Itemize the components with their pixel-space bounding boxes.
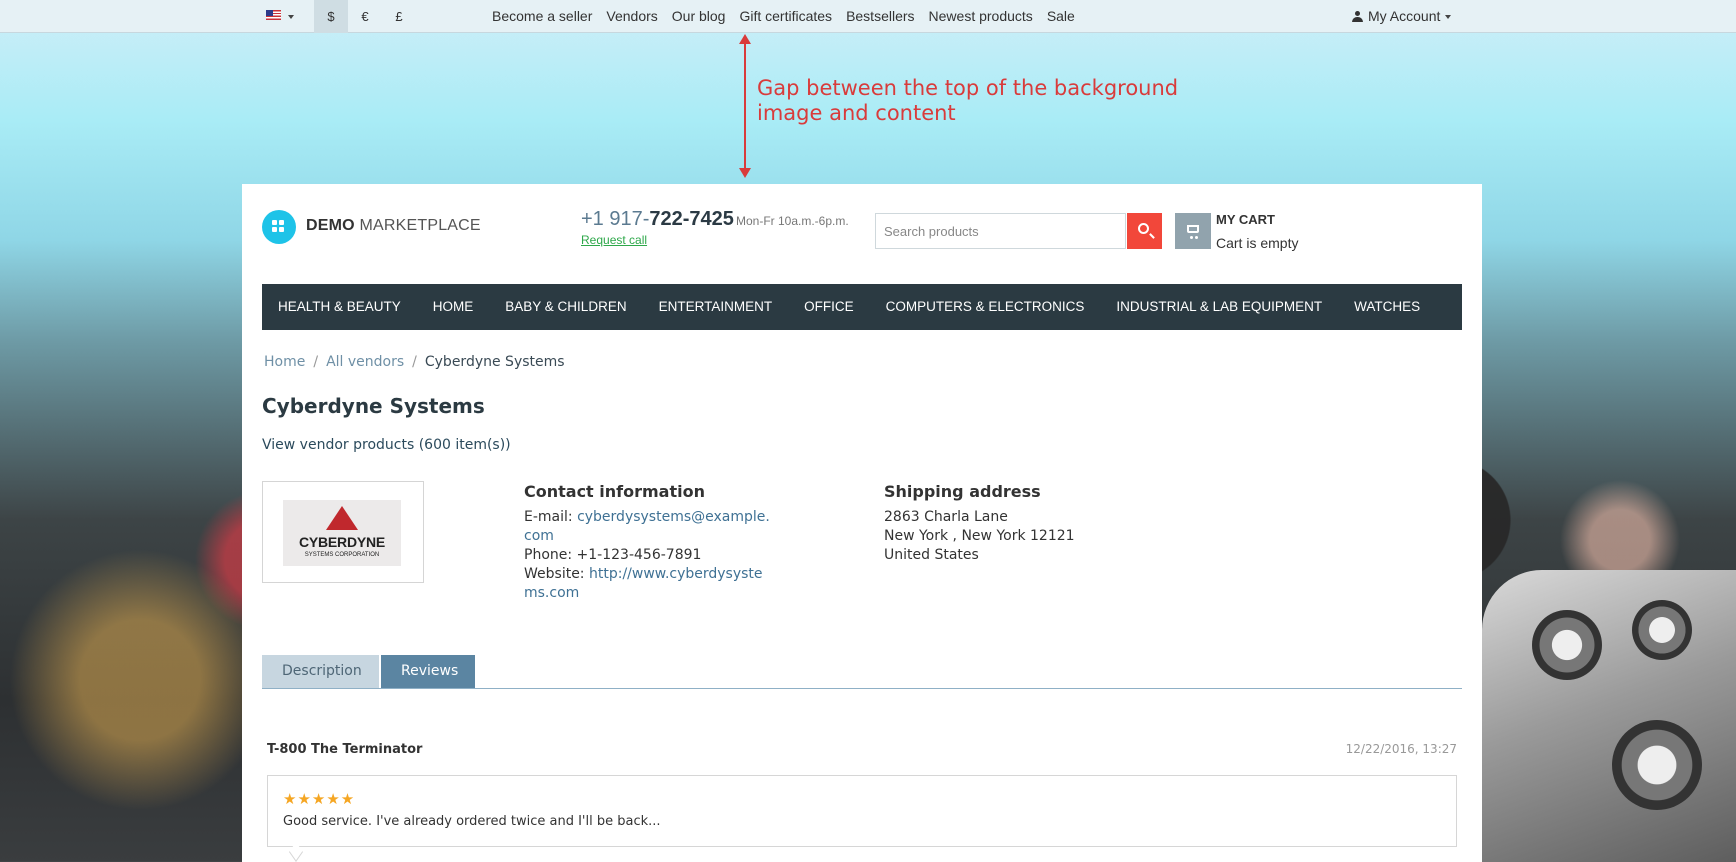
shipping-line-3: United States bbox=[884, 547, 979, 563]
camera-dial bbox=[1532, 610, 1602, 680]
cart-status: Cart is empty bbox=[1216, 235, 1299, 251]
logo-square bbox=[279, 227, 284, 232]
email-label: E-mail: bbox=[524, 509, 578, 525]
link-newest-products[interactable]: Newest products bbox=[929, 0, 1033, 33]
logo-bold: DEMO bbox=[306, 217, 355, 234]
nav-item-home[interactable]: HOME bbox=[433, 284, 474, 330]
review-bubble-tail bbox=[289, 842, 303, 862]
link-become-seller[interactable]: Become a seller bbox=[492, 0, 592, 33]
shipping-line-1: 2863 Charla Lane bbox=[884, 509, 1008, 525]
phone-label: Phone: bbox=[524, 547, 577, 563]
nav-item-health-beauty[interactable]: HEALTH & BEAUTY bbox=[278, 284, 401, 330]
tab-reviews[interactable]: Reviews bbox=[381, 655, 475, 688]
top-links: Become a seller Vendors Our blog Gift ce… bbox=[492, 0, 1075, 33]
chevron-down-icon bbox=[1445, 15, 1452, 19]
contact-heading: Contact information bbox=[524, 482, 705, 501]
annotation-arrow-up bbox=[739, 34, 751, 44]
vendor-logo-subtitle: SYSTEMS CORPORATION bbox=[304, 552, 380, 558]
nav-item-watches[interactable]: WATCHES bbox=[1354, 284, 1420, 330]
breadcrumb-home[interactable]: Home bbox=[264, 354, 305, 370]
cart-icon bbox=[1187, 225, 1199, 239]
nav-item-office[interactable]: OFFICE bbox=[804, 284, 854, 330]
review-card: ★★★★★ Good service. I've already ordered… bbox=[267, 775, 1457, 862]
contact-information: Contact information E-mail: cyberdysyste… bbox=[524, 482, 774, 603]
rating-stars: ★★★★★ bbox=[283, 790, 356, 808]
website-label: Website: bbox=[524, 566, 589, 582]
link-gift-certificates[interactable]: Gift certificates bbox=[739, 0, 832, 33]
request-call-link[interactable]: Request call bbox=[581, 233, 647, 247]
main-content: DEMO MARKETPLACE +1 917-722-7425 Mon-Fr … bbox=[242, 184, 1482, 862]
link-sale[interactable]: Sale bbox=[1047, 0, 1075, 33]
us-flag-icon[interactable] bbox=[266, 10, 281, 20]
user-icon bbox=[1352, 11, 1363, 22]
top-bar: $ € £ Become a seller Vendors Our blog G… bbox=[0, 0, 1736, 33]
breadcrumb-current: Cyberdyne Systems bbox=[424, 354, 565, 370]
vendor-products-link[interactable]: View vendor products (600 item(s)) bbox=[262, 437, 511, 453]
logo-square bbox=[272, 220, 277, 225]
nav-item-entertainment[interactable]: ENTERTAINMENT bbox=[659, 284, 773, 330]
nav-item-computers-electronics[interactable]: COMPUTERS & ELECTRONICS bbox=[886, 284, 1085, 330]
review-text: Good service. I've already ordered twice… bbox=[283, 814, 661, 829]
phone-value: +1-123-456-7891 bbox=[576, 547, 702, 563]
link-bestsellers[interactable]: Bestsellers bbox=[846, 0, 914, 33]
link-vendors[interactable]: Vendors bbox=[606, 0, 657, 33]
vendor-logo: CYBERDYNE SYSTEMS CORPORATION bbox=[262, 481, 424, 583]
breadcrumb-separator: / bbox=[313, 354, 319, 370]
vendor-logo-image: CYBERDYNE SYSTEMS CORPORATION bbox=[283, 500, 401, 566]
my-account-dropdown[interactable]: My Account bbox=[1352, 0, 1452, 33]
shipping-line-2: New York , New York 12121 bbox=[884, 528, 1075, 544]
category-nav: HEALTH & BEAUTY HOME BABY & CHILDREN ENT… bbox=[262, 284, 1462, 330]
review-author: T-800 The Terminator bbox=[267, 742, 423, 757]
annotation-text: Gap between the top of the background im… bbox=[757, 76, 1179, 125]
nav-item-industrial-lab[interactable]: INDUSTRIAL & LAB EQUIPMENT bbox=[1116, 284, 1322, 330]
camera-dial bbox=[1612, 720, 1702, 810]
logo-text[interactable]: DEMO MARKETPLACE bbox=[306, 217, 481, 235]
cart-button[interactable] bbox=[1175, 213, 1211, 249]
contact-email: E-mail: cyberdysystems@example.com bbox=[524, 508, 774, 546]
annotation-line bbox=[744, 38, 746, 172]
shipping-heading: Shipping address bbox=[884, 482, 1041, 501]
vendor-logo-brand: CYBERDYNE bbox=[298, 534, 386, 550]
breadcrumb: Home / All vendors / Cyberdyne Systems bbox=[264, 354, 565, 370]
search-button[interactable] bbox=[1127, 213, 1162, 249]
review-date: 12/22/2016, 13:27 bbox=[1345, 742, 1457, 756]
search-input[interactable] bbox=[876, 214, 1125, 248]
tabs: Description Reviews bbox=[262, 655, 1462, 689]
search-icon bbox=[1138, 223, 1149, 234]
currency-usd-button[interactable]: $ bbox=[314, 0, 348, 33]
phone-prefix: +1 917- bbox=[581, 208, 650, 230]
currency-eur-button[interactable]: € bbox=[348, 0, 382, 33]
camera-dial bbox=[1632, 600, 1692, 660]
search-field bbox=[875, 213, 1126, 249]
contact-phone: Phone: +1-123-456-7891 bbox=[524, 546, 774, 565]
tab-description[interactable]: Description bbox=[262, 655, 379, 688]
account-label: My Account bbox=[1368, 8, 1441, 24]
page-title: Cyberdyne Systems bbox=[262, 394, 485, 418]
logo-rest: MARKETPLACE bbox=[354, 217, 481, 234]
link-our-blog[interactable]: Our blog bbox=[672, 0, 726, 33]
logo-icon[interactable] bbox=[262, 210, 296, 244]
shipping-address: Shipping address 2863 Charla Lane New Yo… bbox=[884, 482, 1184, 565]
cart-title[interactable]: MY CART bbox=[1216, 212, 1275, 227]
cyberdyne-logo-icon bbox=[326, 506, 358, 530]
phone-hours: Mon-Fr 10a.m.-6p.m. bbox=[736, 214, 849, 228]
nav-item-baby-children[interactable]: BABY & CHILDREN bbox=[505, 284, 626, 330]
breadcrumb-all-vendors[interactable]: All vendors bbox=[326, 354, 404, 370]
logo-square bbox=[279, 220, 284, 225]
phone-main: 722-7425 bbox=[649, 208, 734, 230]
background-camera-image bbox=[1482, 570, 1736, 862]
phone-number: +1 917-722-7425 bbox=[581, 208, 734, 231]
contact-website: Website: http://www.cyberdysystems.com bbox=[524, 565, 774, 603]
logo-square bbox=[272, 227, 277, 232]
chevron-down-icon[interactable] bbox=[288, 15, 294, 19]
breadcrumb-separator: / bbox=[412, 354, 417, 370]
currency-gbp-button[interactable]: £ bbox=[382, 0, 416, 33]
annotation-arrow-down bbox=[739, 168, 751, 178]
